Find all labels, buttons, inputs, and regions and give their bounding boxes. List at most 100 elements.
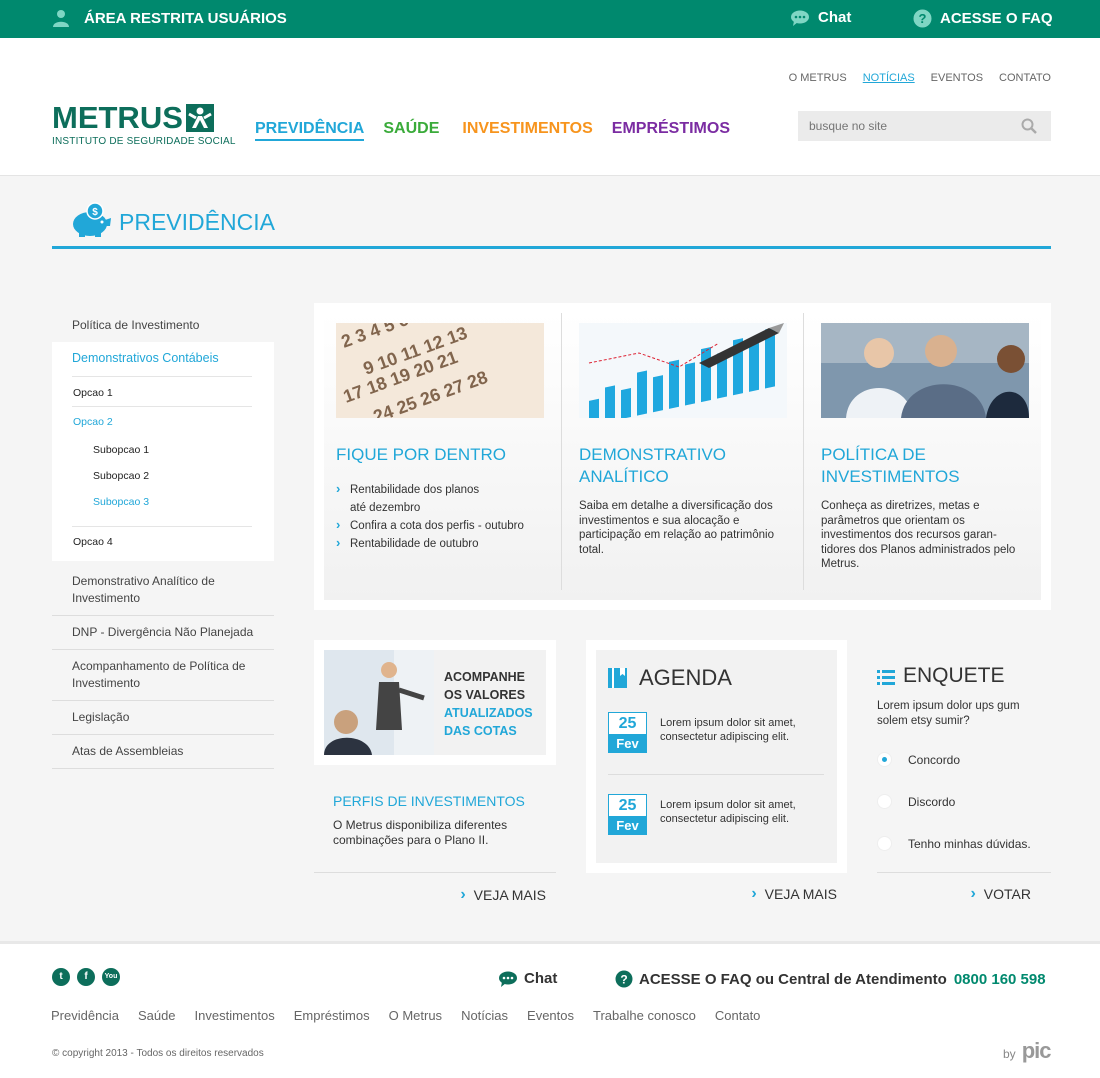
sidebar-item-legislacao[interactable]: Legislação	[52, 701, 274, 735]
radio-button[interactable]	[877, 752, 892, 767]
sidebar-option-4[interactable]: Opcao 4	[72, 527, 252, 561]
veja-mais-agenda: › VEJA MAIS	[586, 872, 847, 916]
sidebar-item-demonstrativo-analitico[interactable]: Demonstrativo Analítico de Investimento	[52, 561, 274, 616]
cotas-text: ACOMPANHE OS VALORES ATUALIZADOS DAS COT…	[444, 668, 533, 740]
feature-title: DEMONSTRATIVO ANALÍTICO	[579, 445, 727, 486]
footer-link[interactable]: O Metrus	[389, 1008, 442, 1023]
faq-label: ACESSE O FAQ	[940, 10, 1053, 27]
sidebar-item-politica-investimento[interactable]: Política de Investimento	[52, 308, 274, 342]
chat-label: Chat	[818, 9, 852, 26]
nav-previdencia[interactable]: PREVIDÊNCIA	[255, 120, 365, 141]
veja-mais-button[interactable]: › VEJA MAIS	[751, 885, 837, 903]
sidebar-suboption-1[interactable]: Subopcao 1	[72, 438, 252, 464]
enquete-title: ENQUETE	[903, 664, 1005, 687]
radio-button[interactable]	[877, 794, 892, 809]
svg-text:$: $	[92, 207, 98, 218]
feature-demonstrativo-analitico[interactable]: DEMONSTRATIVO ANALÍTICO Saiba em detalhe…	[561, 313, 800, 590]
event-text: Lorem ipsum dolor sit amet, consectetur …	[660, 799, 796, 825]
radio-button[interactable]	[877, 836, 892, 851]
logo[interactable]: METRUS INSTITUTO DE SEGURIDADE SOCIAL	[52, 102, 236, 147]
sidebar-suboption-2[interactable]: Subopcao 2	[72, 464, 252, 490]
footer-faq-link[interactable]: ? ACESSE O FAQ ou Central de Atendimento…	[615, 970, 1046, 988]
page-title-bar: $ PREVIDÊNCIA	[52, 200, 1051, 249]
logo-mark-icon	[185, 104, 214, 132]
nav-emprestimos[interactable]: EMPRÉSTIMOS	[612, 120, 730, 141]
veja-mais-perfis: › VEJA MAIS	[314, 872, 556, 916]
twitter-icon[interactable]: t	[52, 968, 70, 986]
chat-icon	[499, 971, 517, 987]
bullet-link[interactable]: Confira a cota dos perfis - outubro	[336, 516, 536, 535]
sidebar-suboption-3[interactable]: Subopcao 3	[72, 490, 252, 516]
piggy-bank-icon: $	[73, 202, 111, 237]
poll-option[interactable]: Concordo	[877, 752, 960, 767]
sidebar-submenu: Demonstrativos Contábeis Opcao 1 Opcao 2…	[52, 342, 274, 561]
footer-link[interactable]: Saúde	[138, 1008, 176, 1023]
bullet-link[interactable]: Rentabilidade de outubro	[336, 534, 536, 553]
facebook-icon[interactable]: f	[77, 968, 95, 986]
feature-fique-por-dentro[interactable]: 2 3 4 5 6 9 10 11 12 13 17 18 19 20 21 2…	[324, 313, 563, 590]
bullet-link[interactable]: Rentabilidade dos planos até dezembro	[336, 480, 486, 517]
toplink-o-metrus[interactable]: O METRUS	[789, 72, 847, 84]
feature-text: Conheça as diretrizes, metas e parâmetro…	[821, 500, 1016, 570]
presentation-image	[324, 650, 434, 755]
header: O METRUS NOTÍCIAS EVENTOS CONTATO METRUS…	[0, 38, 1100, 176]
footer-link[interactable]: Notícias	[461, 1008, 508, 1023]
toplink-contato[interactable]: CONTATO	[999, 72, 1051, 84]
enquete-question: Lorem ipsum dolor ups gum solem etsy sum…	[877, 700, 1020, 727]
footer: t f You Chat ? ACESSE O FAQ ou Central d…	[0, 941, 1100, 1078]
cotas-line: ATUALIZADOS	[444, 706, 533, 720]
event-month: Fev	[609, 816, 646, 835]
agency-credit[interactable]: by pic	[1003, 1038, 1051, 1064]
user-icon	[53, 10, 69, 27]
search-icon[interactable]	[1021, 118, 1037, 134]
sidebar-divider	[72, 516, 252, 527]
copyright: © copyright 2013 - Todos os direitos res…	[52, 1048, 264, 1059]
footer-link[interactable]: Investimentos	[195, 1008, 275, 1023]
question-icon: ?	[615, 970, 633, 988]
poll-option-label: Concordo	[908, 752, 961, 767]
footer-link[interactable]: Contato	[715, 1008, 761, 1023]
nav-investimentos[interactable]: INVESTIMENTOS	[462, 120, 592, 141]
toplink-noticias[interactable]: NOTÍCIAS	[863, 72, 915, 84]
top-bar: ÁREA RESTRITA USUÁRIOS Chat ? ACESSE O F…	[0, 0, 1100, 53]
nav-saude[interactable]: SAÚDE	[383, 120, 439, 141]
page-title: PREVIDÊNCIA	[119, 209, 275, 235]
veja-mais-label: VEJA MAIS	[764, 886, 837, 902]
veja-mais-button[interactable]: › VEJA MAIS	[460, 886, 546, 904]
youtube-icon[interactable]: You	[102, 968, 120, 986]
toplink-eventos[interactable]: EVENTOS	[931, 72, 983, 84]
footer-chat-link[interactable]: Chat	[498, 970, 557, 987]
question-icon: ?	[913, 9, 932, 28]
cotas-banner[interactable]: ACOMPANHE OS VALORES ATUALIZADOS DAS COT…	[314, 640, 556, 765]
vote-button[interactable]: › VOTAR	[970, 885, 1031, 903]
poll-option-label: Discordo	[908, 794, 956, 809]
agenda-divider	[608, 774, 824, 775]
faq-link[interactable]: ? ACESSE O FAQ	[913, 9, 1053, 28]
vote-label: VOTAR	[983, 886, 1031, 902]
feature-politica-investimentos[interactable]: POLÍTICA DE INVESTIMENTOS Conheça as dir…	[803, 313, 1042, 590]
sidebar-item-dnp[interactable]: DNP - Divergência Não Planejada	[52, 616, 274, 650]
event-text: Lorem ipsum dolor sit amet, consectetur …	[660, 717, 796, 743]
footer-chat-label: Chat	[524, 970, 558, 987]
sidebar-option-1[interactable]: Opcao 1	[72, 377, 252, 407]
sidebar-option-2[interactable]: Opcao 2	[72, 407, 252, 438]
sidebar-item-atas[interactable]: Atas de Assembleias	[52, 735, 274, 769]
footer-link[interactable]: Trabalhe conosco	[593, 1008, 696, 1023]
poll-option[interactable]: Tenho minhas dúvidas.	[877, 836, 1031, 851]
search-input[interactable]	[798, 111, 1051, 141]
sidebar-item-demonstrativos-contabeis[interactable]: Demonstrativos Contábeis	[72, 342, 252, 377]
footer-link[interactable]: Previdência	[51, 1008, 119, 1023]
footer-link[interactable]: Empréstimos	[294, 1008, 370, 1023]
features-panel: 2 3 4 5 6 9 10 11 12 13 17 18 19 20 21 2…	[314, 303, 1051, 610]
poll-option-label: Tenho minhas dúvidas.	[908, 836, 1031, 851]
business-people-image	[821, 323, 1029, 418]
logo-subtitle: INSTITUTO DE SEGURIDADE SOCIAL	[52, 136, 236, 147]
event-day: 25	[618, 715, 637, 732]
sidebar-item-acompanhamento[interactable]: Acompanhamento de Política de Investimen…	[52, 650, 274, 701]
restricted-area-link[interactable]: ÁREA RESTRITA USUÁRIOS	[52, 9, 287, 27]
footer-nav: Previdência Saúde Investimentos Emprésti…	[51, 1008, 760, 1023]
poll-option[interactable]: Discordo	[877, 794, 955, 809]
footer-link[interactable]: Eventos	[527, 1008, 574, 1023]
perfis-title[interactable]: PERFIS DE INVESTIMENTOS	[333, 793, 553, 809]
chat-link[interactable]: Chat	[790, 9, 851, 26]
